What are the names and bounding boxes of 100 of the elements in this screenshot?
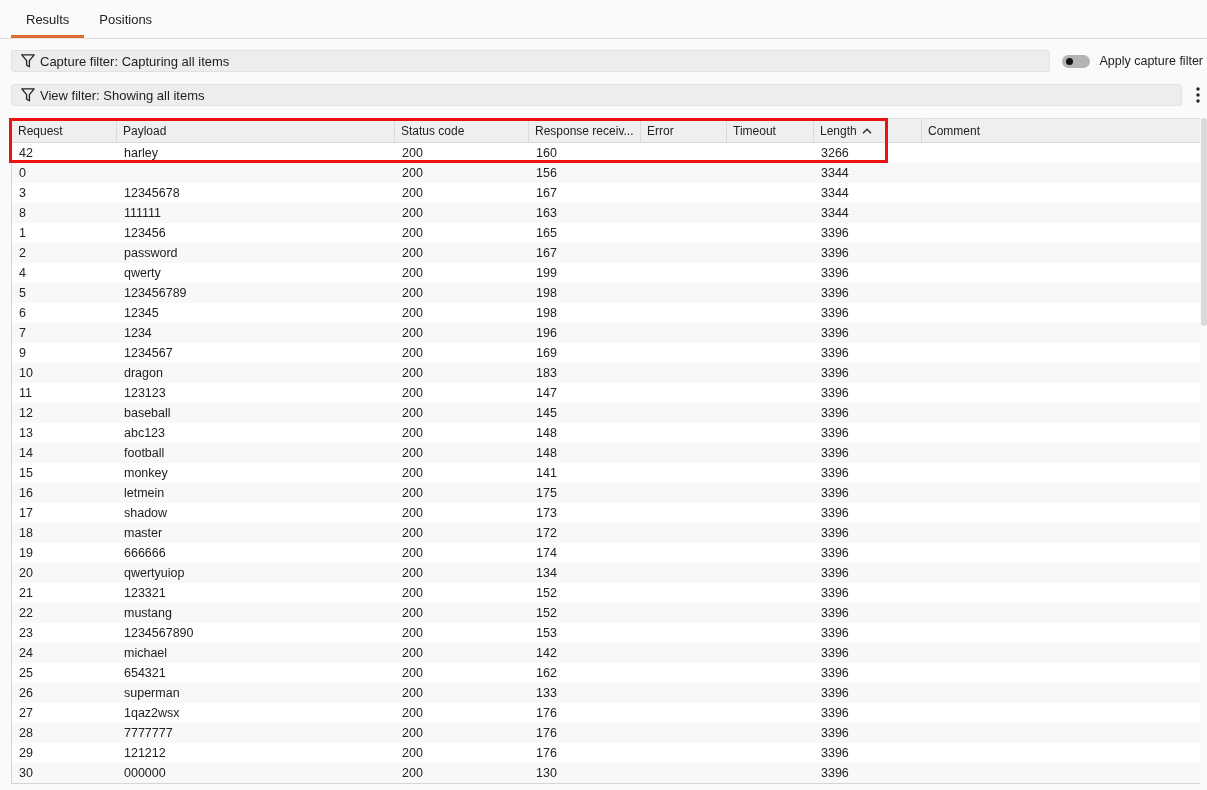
- length-value: 3396: [821, 686, 849, 700]
- status-code: 200: [402, 746, 423, 760]
- table-row[interactable]: 24 michael 200 142 3396: [12, 643, 1200, 663]
- length-value: 3396: [821, 266, 849, 280]
- request-number: 8: [19, 206, 26, 220]
- status-code: 200: [402, 626, 423, 640]
- column-header[interactable]: Timeout: [727, 119, 814, 142]
- scrollbar-thumb[interactable]: [1201, 118, 1207, 326]
- table-row[interactable]: 18 master 200 172 3396: [12, 523, 1200, 543]
- table-row[interactable]: 10 dragon 200 183 3396: [12, 363, 1200, 383]
- status-code: 200: [402, 286, 423, 300]
- payload-text: qwertyuiop: [124, 566, 185, 580]
- filter-icon: [21, 54, 35, 68]
- request-number: 4: [19, 266, 26, 280]
- response-time: 172: [536, 526, 557, 540]
- length-value: 3396: [821, 666, 849, 680]
- payload-text: 000000: [124, 766, 166, 780]
- payload-text: 123456789: [124, 286, 187, 300]
- length-value: 3396: [821, 546, 849, 560]
- status-code: 200: [402, 426, 423, 440]
- column-header[interactable]: Payload: [117, 119, 395, 142]
- table-row[interactable]: 8 111111 200 163 3344: [12, 203, 1200, 223]
- length-value: 3396: [821, 226, 849, 240]
- table-row[interactable]: 14 football 200 148 3396: [12, 443, 1200, 463]
- response-time: 130: [536, 766, 557, 780]
- more-options-icon[interactable]: [1196, 87, 1200, 103]
- request-number: 30: [19, 766, 33, 780]
- table-row[interactable]: 16 letmein 200 175 3396: [12, 483, 1200, 503]
- status-code: 200: [402, 206, 423, 220]
- request-number: 19: [19, 546, 33, 560]
- request-number: 25: [19, 666, 33, 680]
- tab[interactable]: Positions: [84, 0, 168, 38]
- length-value: 3396: [821, 386, 849, 400]
- payload-text: qwerty: [124, 266, 161, 280]
- request-number: 17: [19, 506, 33, 520]
- status-code: 200: [402, 686, 423, 700]
- status-code: 200: [402, 266, 423, 280]
- request-number: 1: [19, 226, 26, 240]
- table-row[interactable]: 7 1234 200 196 3396: [12, 323, 1200, 343]
- response-time: 152: [536, 586, 557, 600]
- length-value: 3344: [821, 166, 849, 180]
- payload-text: 123456: [124, 226, 166, 240]
- payload-text: 123321: [124, 586, 166, 600]
- response-time: 153: [536, 626, 557, 640]
- length-value: 3344: [821, 206, 849, 220]
- status-code: 200: [402, 666, 423, 680]
- status-code: 200: [402, 506, 423, 520]
- table-row[interactable]: 12 baseball 200 145 3396: [12, 403, 1200, 423]
- response-time: 175: [536, 486, 557, 500]
- table-row[interactable]: 5 123456789 200 198 3396: [12, 283, 1200, 303]
- payload-text: 1234567: [124, 346, 173, 360]
- payload-text: baseball: [124, 406, 171, 420]
- length-value: 3396: [821, 726, 849, 740]
- length-value: 3344: [821, 186, 849, 200]
- response-time: 198: [536, 286, 557, 300]
- column-header[interactable]: Status code: [395, 119, 529, 142]
- request-number: 20: [19, 566, 33, 580]
- request-number: 0: [19, 166, 26, 180]
- request-number: 21: [19, 586, 33, 600]
- request-number: 9: [19, 346, 26, 360]
- response-time: 167: [536, 246, 557, 260]
- view-filter-button[interactable]: View filter: Showing all items: [11, 84, 1182, 106]
- payload-text: dragon: [124, 366, 163, 380]
- status-code: 200: [402, 326, 423, 340]
- length-value: 3396: [821, 506, 849, 520]
- tab[interactable]: Results: [11, 0, 85, 38]
- payload-text: shadow: [124, 506, 168, 520]
- column-header[interactable]: Length: [814, 119, 888, 142]
- column-header[interactable]: Error: [641, 119, 727, 142]
- table-row[interactable]: 26 superman 200 133 3396: [12, 683, 1200, 703]
- table-row[interactable]: 20 qwertyuiop 200 134 3396: [12, 563, 1200, 583]
- status-code: 200: [402, 726, 423, 740]
- payload-text: 1qaz2wsx: [124, 706, 180, 720]
- status-code: 200: [402, 466, 423, 480]
- toggle-switch[interactable]: [1062, 54, 1091, 68]
- column-header[interactable]: Response receiv...: [529, 119, 641, 142]
- request-number: 12: [19, 406, 33, 420]
- table-row[interactable]: 0 200 156 3344: [12, 163, 1200, 183]
- status-code: 200: [402, 386, 423, 400]
- payload-text: harley: [124, 146, 159, 160]
- response-time: 176: [536, 746, 557, 760]
- column-header[interactable]: Request: [12, 119, 117, 142]
- length-value: 3396: [821, 566, 849, 580]
- status-code: 200: [402, 366, 423, 380]
- length-value: 3396: [821, 526, 849, 540]
- table-row[interactable]: 30 000000 200 130 3396: [12, 763, 1200, 783]
- status-code: 200: [402, 566, 423, 580]
- status-code: 200: [402, 586, 423, 600]
- table-row[interactable]: 28 7777777 200 176 3396: [12, 723, 1200, 743]
- payload-text: 7777777: [124, 726, 173, 740]
- request-number: 27: [19, 706, 33, 720]
- request-number: 28: [19, 726, 33, 740]
- table-row[interactable]: 22 mustang 200 152 3396: [12, 603, 1200, 623]
- capture-filter-button[interactable]: Capture filter: Capturing all items: [11, 50, 1051, 72]
- payload-text: 1234567890: [124, 626, 194, 640]
- table-row[interactable]: 2 password 200 167 3396: [12, 243, 1200, 263]
- length-value: 3396: [821, 446, 849, 460]
- length-value: 3396: [821, 346, 849, 360]
- status-code: 200: [402, 486, 423, 500]
- response-time: 156: [536, 166, 557, 180]
